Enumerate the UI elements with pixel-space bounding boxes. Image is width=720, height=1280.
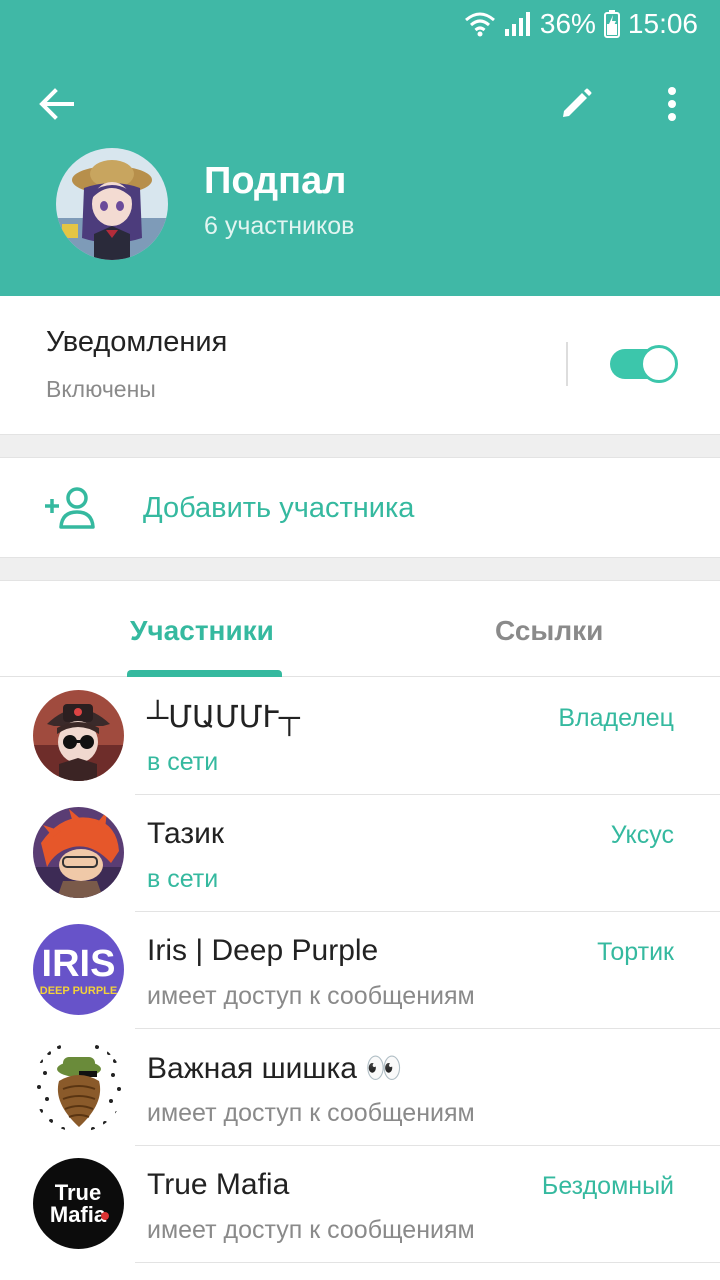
list-item[interactable]: ┴ՄԱՄՄՒ┬ в сети Владелец [0, 678, 720, 795]
arrow-left-icon [39, 88, 74, 120]
avatar [33, 1041, 124, 1132]
notifications-toggle[interactable] [610, 345, 678, 383]
tab-members[interactable]: Участники [130, 615, 274, 647]
notifications-row[interactable]: Уведомления Включены [0, 296, 720, 434]
divider [566, 342, 568, 386]
member-name: Iris | Deep Purple [147, 934, 379, 967]
member-name: Важная шишка 👀 [147, 1052, 403, 1085]
avatar [33, 807, 124, 898]
pencil-icon [563, 88, 592, 117]
member-status: имеет доступ к сообщениям [147, 982, 475, 1010]
notifications-label: Уведомления [46, 326, 228, 358]
notifications-state: Включены [46, 376, 156, 402]
group-avatar[interactable] [56, 148, 168, 260]
member-role: Бездомный [541, 1172, 674, 1200]
wifi-icon [464, 11, 496, 37]
section-divider [0, 557, 720, 581]
list-item[interactable]: Важная шишка 👀 имеет доступ к сообщениям [0, 1029, 720, 1146]
list-item[interactable]: Тазик в сети Уксус [0, 795, 720, 912]
member-role: Уксус [610, 821, 674, 849]
member-name: Тазик [147, 817, 224, 850]
member-status: имеет доступ к сообщениям [147, 1099, 475, 1127]
member-name: True Mafia [147, 1168, 290, 1201]
more-options-button[interactable] [648, 80, 696, 128]
avatar-logo-subtext: Mafia [50, 1202, 107, 1227]
member-name: ┴ՄԱՄՄՒ┬ [147, 701, 300, 734]
back-button[interactable] [32, 80, 80, 128]
section-divider [0, 434, 720, 458]
battery-icon [603, 10, 620, 38]
avatar: IRIS DEEP PURPLE [33, 924, 124, 1015]
signal-icon [504, 11, 532, 37]
add-member-label: Добавить участника [143, 492, 415, 524]
group-title: Подпал [204, 160, 347, 202]
avatar-logo-subtext: DEEP PURPLE [40, 985, 117, 997]
active-tab-indicator [127, 670, 282, 677]
avatar [33, 690, 124, 781]
avatar: True Mafia [33, 1158, 124, 1249]
avatar-logo-text: IRIS [42, 943, 116, 985]
member-status: в сети [147, 865, 219, 893]
list-item[interactable]: True Mafia True Mafia имеет доступ к соо… [0, 1146, 720, 1263]
list-item[interactable]: IRIS DEEP PURPLE Iris | Deep Purple имее… [0, 912, 720, 1029]
group-member-count: 6 участников [204, 212, 355, 240]
battery-percent: 36% [539, 8, 596, 39]
app-header: 36% 15:06 Подпал 6 участников [0, 0, 720, 296]
tab-links[interactable]: Ссылки [495, 615, 603, 647]
member-status: в сети [147, 748, 219, 776]
edit-button[interactable] [552, 80, 600, 128]
add-person-icon [42, 486, 96, 535]
status-bar: 36% 15:06 [0, 0, 720, 50]
member-list: ┴ՄԱՄՄՒ┬ в сети Владелец Тазик в сети Укс… [0, 678, 720, 1263]
divider [135, 1262, 720, 1263]
add-member-button[interactable]: Добавить участника [0, 458, 720, 557]
tab-bar: Участники Ссылки [0, 581, 720, 677]
member-role: Тортик [597, 938, 674, 966]
member-role: Владелец [558, 704, 674, 732]
clock: 15:06 [627, 8, 698, 39]
member-status: имеет доступ к сообщениям [147, 1216, 475, 1244]
toggle-knob [640, 345, 678, 383]
more-vertical-icon [668, 87, 676, 121]
